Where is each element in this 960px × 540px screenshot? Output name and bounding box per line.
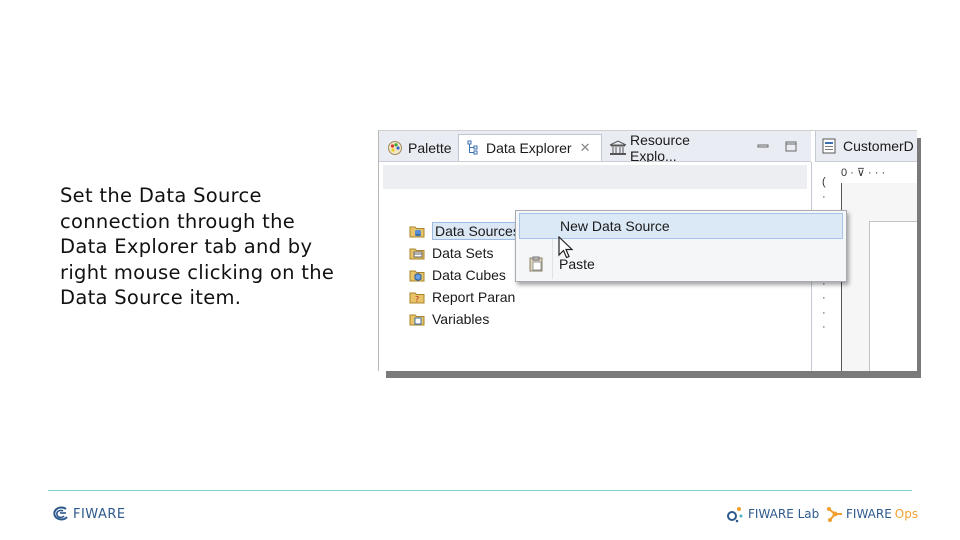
tab-palette[interactable]: Palette: [381, 134, 457, 161]
fiware-lab-logo: FIWARE Lab: [726, 505, 819, 523]
report-page: [869, 221, 917, 371]
palette-icon: [387, 140, 403, 156]
caption-line: right mouse clicking on the: [60, 260, 335, 284]
data-explorer-icon: [465, 140, 481, 156]
tree-item-report-parameters[interactable]: ? Report Paran: [409, 287, 515, 307]
view-tab-bar: Palette Data Explorer ✕ Resource Explo..…: [379, 131, 811, 164]
report-parameters-icon: ?: [409, 289, 425, 305]
report-file-icon: [822, 138, 836, 154]
horizontal-ruler: 0 · ⊽ · · ·: [841, 165, 917, 184]
caption-line: Data Explorer tab and by: [60, 235, 313, 258]
close-icon[interactable]: ✕: [580, 140, 591, 156]
caption-line: connection through the: [60, 209, 296, 233]
ruler-marks: 0 · ⊽ · · ·: [841, 167, 886, 179]
report-canvas[interactable]: [842, 183, 917, 371]
tree-item-label: Data Cubes: [432, 267, 506, 283]
maximize-icon[interactable]: [785, 139, 797, 152]
resource-explorer-icon: [609, 139, 627, 156]
data-sets-icon: [409, 245, 425, 261]
fiware-ops-logo: FIWARE Ops: [826, 505, 918, 523]
tab-label: Data Explorer: [486, 140, 572, 156]
tab-label: Palette: [408, 139, 452, 156]
mouse-cursor-icon: [558, 235, 574, 260]
logo-text: FIWARE: [846, 507, 892, 521]
tree-item-variables[interactable]: Variables: [409, 309, 489, 329]
slide-caption: Set the Data Source connection through t…: [60, 183, 360, 311]
variables-icon: [409, 311, 425, 327]
tab-label: Resource Explo...: [630, 131, 690, 164]
data-sources-icon: [409, 223, 425, 239]
minimize-icon[interactable]: [757, 139, 769, 149]
tab-data-explorer[interactable]: Data Explorer ✕: [458, 134, 602, 161]
tree-item-data-sets[interactable]: Data Sets: [409, 243, 493, 263]
fiware-logo: FIWARE: [50, 505, 126, 523]
tab-resource-explorer[interactable]: Resource Explo...: [603, 131, 743, 164]
pane-toolbar: [383, 165, 807, 189]
tab-label: CustomerD: [843, 138, 914, 154]
tree-item-label: Data Sets: [432, 245, 494, 261]
logo-text: FIWARE: [73, 506, 126, 522]
tree-item-label: Variables: [432, 311, 490, 327]
svg-text:?: ?: [415, 295, 419, 304]
logo-text: FIWARE Lab: [748, 507, 820, 521]
footer-rule: [48, 490, 912, 491]
caption-line: Data Source item.: [60, 286, 242, 309]
tree-item-data-cubes[interactable]: Data Cubes: [409, 265, 506, 285]
tab-report-editor[interactable]: CustomerD: [815, 131, 917, 162]
tree-item-label: Report Paran: [432, 289, 516, 305]
menu-item-label: New Data Source: [560, 218, 670, 234]
ops-gear-icon: [826, 505, 844, 523]
fiware-swirl-icon: [50, 506, 70, 522]
tree-item-data-sources[interactable]: Data Sources: [409, 221, 523, 241]
clipboard-icon: [528, 256, 544, 272]
tree-item-label: Data Sources: [432, 222, 523, 240]
logo-text-suffix: Ops: [894, 507, 919, 521]
data-cubes-icon: [409, 267, 425, 283]
caption-line: Set the Data Source: [60, 184, 262, 207]
lab-dots-icon: [726, 505, 746, 523]
